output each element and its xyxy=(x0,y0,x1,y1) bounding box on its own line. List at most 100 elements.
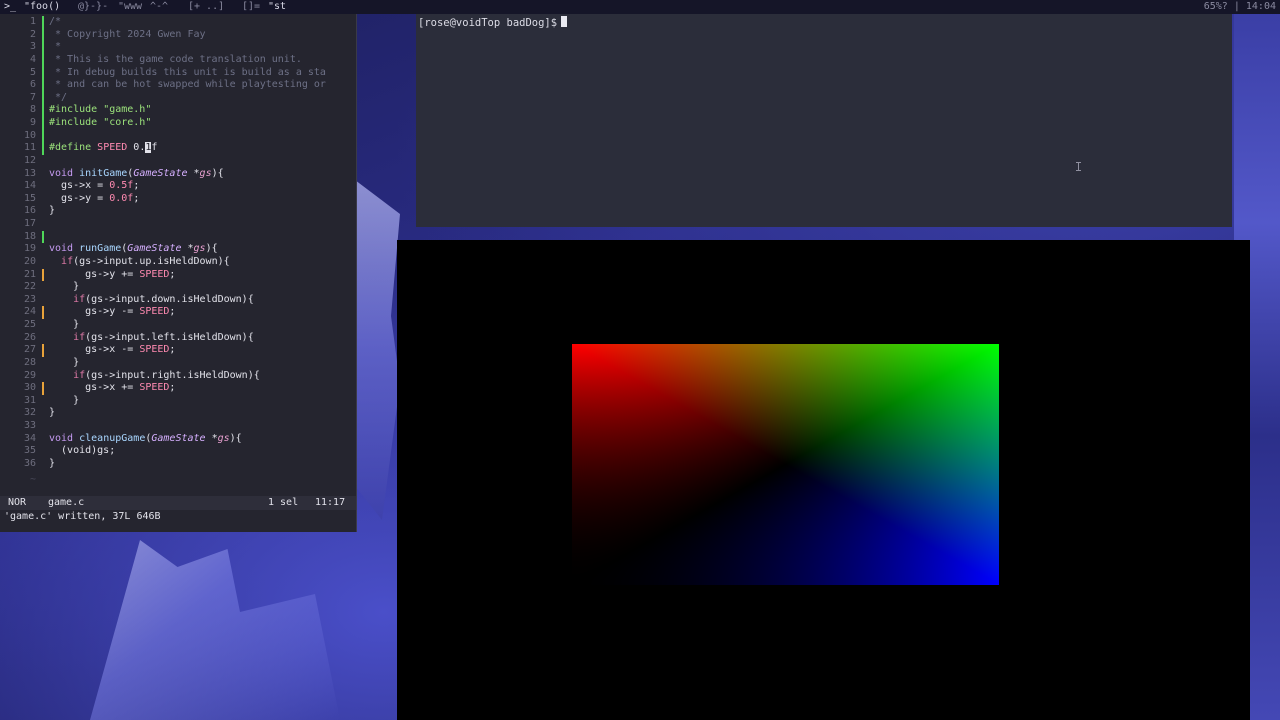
line-number: 32 xyxy=(23,407,36,419)
code-token: GameState xyxy=(151,432,206,444)
line-number: 28 xyxy=(23,356,36,368)
code-line[interactable]: 30 gs->x += SPEED; xyxy=(0,382,356,395)
diff-added-marker xyxy=(42,66,44,80)
code-line[interactable]: 14 gs->x = 0.5f; xyxy=(0,180,356,193)
code-token: } xyxy=(49,319,80,330)
diff-added-marker xyxy=(42,53,44,67)
code-token: * Copyright 2024 Gwen Fay xyxy=(49,28,206,40)
workspace-tag[interactable]: [+ ..] xyxy=(188,0,224,14)
code-token: 0.0f xyxy=(109,192,134,204)
workspace-tag[interactable]: @}-}- xyxy=(78,0,108,14)
mouse-ibeam-cursor xyxy=(1076,162,1081,171)
shell-prompt: [rose@voidTop badDog]$ xyxy=(418,17,558,29)
code-token: gs->y -= xyxy=(49,306,140,318)
code-line[interactable]: 35 (void)gs; xyxy=(0,445,356,458)
code-token: ; xyxy=(169,268,176,280)
code-text: } xyxy=(49,281,79,294)
line-number: 17 xyxy=(23,218,36,229)
code-text: gs->x -= SPEED; xyxy=(49,344,175,357)
layout-indicator[interactable]: []= xyxy=(242,0,260,14)
code-token: * xyxy=(49,41,62,53)
code-token: } xyxy=(49,407,56,419)
code-line[interactable]: 15 gs->y = 0.0f; xyxy=(0,193,356,206)
editor-message-line: 'game.c' written, 37L 646B xyxy=(0,510,356,524)
code-text: } xyxy=(49,407,55,420)
code-text: * xyxy=(49,41,61,54)
game-window[interactable] xyxy=(397,240,1250,720)
window-title: "st xyxy=(268,1,287,12)
code-token: if xyxy=(61,255,74,267)
diff-added-marker xyxy=(42,129,44,143)
code-line[interactable]: 21 gs->y += SPEED; xyxy=(0,268,356,282)
code-buffer[interactable]: 1/* 2 * Copyright 2024 Gwen Fay 3 * 4 * Thi… xyxy=(0,16,356,471)
line-number: 3 xyxy=(29,41,36,53)
code-line[interactable]: 8 #include "game.h" xyxy=(0,104,356,117)
code-token: ){ xyxy=(229,432,242,444)
code-line[interactable]: 32} xyxy=(0,407,356,420)
code-line[interactable]: 7 */ xyxy=(0,91,356,105)
workspace-tag[interactable]: "www xyxy=(118,0,142,14)
code-text: #define SPEED 0.1f xyxy=(49,142,157,155)
code-line[interactable]: 25 } xyxy=(0,319,356,332)
code-line[interactable]: 4 * This is the game code translation un… xyxy=(0,53,356,67)
code-token: void xyxy=(49,167,80,179)
editor-filename: game.c xyxy=(48,497,85,508)
code-line[interactable]: 26 if(gs->input.left.isHeldDown){ xyxy=(0,332,356,345)
workspace-tag[interactable]: ^-^ xyxy=(150,0,168,14)
line-number: 33 xyxy=(23,420,36,431)
code-line[interactable]: 23 if(gs->input.down.isHeldDown){ xyxy=(0,294,356,307)
workspace-tag[interactable]: >_ xyxy=(4,0,16,14)
code-line[interactable]: 33 xyxy=(0,420,356,433)
code-line[interactable]: 3 * xyxy=(0,41,356,54)
code-line[interactable]: 5 * In debug builds this unit is build a… xyxy=(0,66,356,80)
code-token: void xyxy=(49,432,80,444)
code-token: ; xyxy=(169,382,176,394)
code-token: 0. xyxy=(127,142,146,154)
code-token: * xyxy=(181,243,194,255)
code-token: if xyxy=(73,331,86,343)
line-number: 2 xyxy=(29,28,36,40)
code-line[interactable]: 34 void cleanupGame(GameState *gs){ xyxy=(0,433,356,446)
code-editor-window[interactable]: 1/* 2 * Copyright 2024 Gwen Fay 3 * 4 * Thi… xyxy=(0,14,357,532)
code-token: * In debug builds this unit is build as … xyxy=(49,66,326,78)
code-line[interactable]: 27 gs->x -= SPEED; xyxy=(0,344,356,357)
line-number: 16 xyxy=(23,205,36,217)
code-text: #include "game.h" xyxy=(49,104,151,117)
code-token: * and can be hot swapped while playtesti… xyxy=(49,79,326,91)
code-line[interactable]: 9 #include "core.h" xyxy=(0,117,356,130)
code-line[interactable]: 18 xyxy=(0,230,356,244)
code-token: runGame xyxy=(79,243,122,255)
code-line[interactable]: 31 } xyxy=(0,395,356,408)
code-line[interactable]: 24 gs->y -= SPEED; xyxy=(0,306,356,319)
code-token: ){ xyxy=(211,167,224,179)
code-token: gs->x = xyxy=(49,180,110,192)
code-token: */ xyxy=(49,91,68,103)
code-line[interactable]: 13 void initGame(GameState *gs){ xyxy=(0,168,356,181)
code-line[interactable]: 2 * Copyright 2024 Gwen Fay xyxy=(0,28,356,42)
editor-statusline: NOR game.c 1 sel 11:17 xyxy=(0,496,356,510)
line-number: 21 xyxy=(23,268,36,280)
code-line[interactable]: 16} xyxy=(0,205,356,218)
terminal-cursor xyxy=(561,16,568,27)
terminal-window[interactable]: [rose@voidTop badDog]$ xyxy=(416,14,1232,227)
code-line[interactable]: 12 xyxy=(0,155,356,168)
code-line[interactable]: 17 xyxy=(0,218,356,231)
code-line[interactable]: 1 /* xyxy=(0,16,356,29)
shell-prompt-line[interactable]: [rose@voidTop badDog]$ xyxy=(418,16,568,30)
line-number: 18 xyxy=(23,230,36,242)
code-token: (gs->input.down.isHeldDown){ xyxy=(85,293,254,305)
code-line[interactable]: 19 void runGame(GameState *gs){ xyxy=(0,243,356,256)
code-line[interactable]: 28 } xyxy=(0,357,356,370)
workspace-tag[interactable]: "foo() xyxy=(24,0,60,14)
code-line[interactable]: 6 * and can be hot swapped while playtes… xyxy=(0,79,356,92)
diff-added-marker xyxy=(42,41,44,54)
code-line[interactable]: 10 xyxy=(0,129,356,143)
code-line[interactable]: 36} xyxy=(0,458,356,471)
code-line[interactable]: 11 #define SPEED 0.1f xyxy=(0,142,356,155)
code-line[interactable]: 20 if(gs->input.up.isHeldDown){ xyxy=(0,256,356,269)
code-line[interactable]: 29 if(gs->input.right.isHeldDown){ xyxy=(0,370,356,383)
code-line[interactable]: 22 } xyxy=(0,281,356,294)
code-text: (void)gs; xyxy=(49,445,115,458)
